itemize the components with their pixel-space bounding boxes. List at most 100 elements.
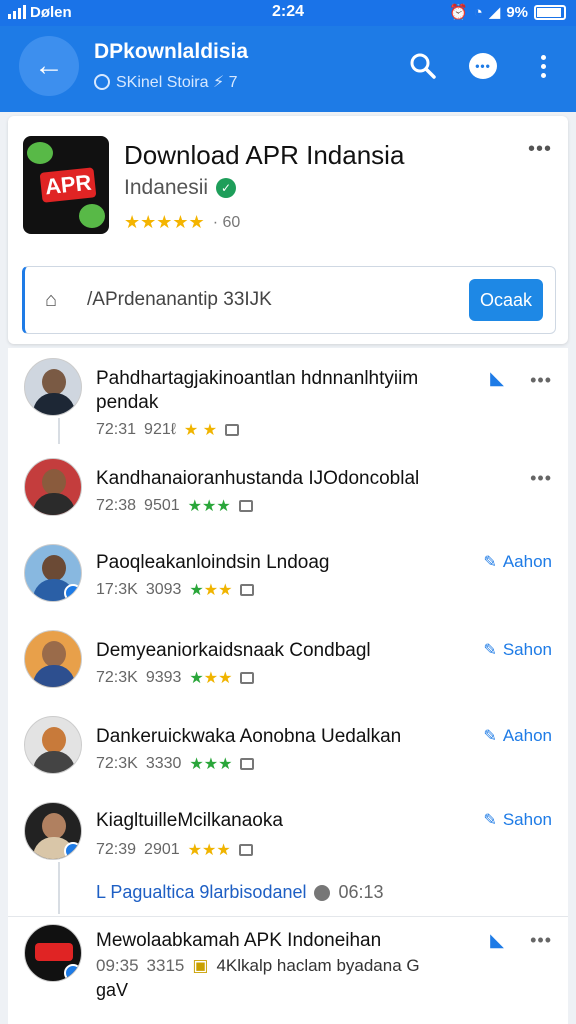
pencil-icon: ✎ [483, 554, 497, 571]
wifi-icon: ◔ [473, 3, 483, 21]
reply-link[interactable]: ✎ Aahon [483, 726, 552, 746]
comment-time: 72:38 [96, 497, 137, 514]
item-more-button[interactable]: ••• [530, 468, 552, 489]
arrow-left-icon: ← [34, 49, 64, 82]
comment-count: 9393 [145, 669, 182, 686]
bookmark-icon[interactable]: ◣ [490, 930, 504, 951]
reply-link-label: Aahon [502, 552, 552, 571]
search-input[interactable]: /APrdenanantip 33IJK [87, 289, 272, 311]
page-subtitle-text: SKinel Stoira ⚡ 7 [116, 74, 238, 91]
overflow-menu-button[interactable] [528, 48, 558, 84]
lock-icon [238, 500, 253, 512]
logo-leaf-icon [79, 204, 105, 228]
app-card: APR Download APR Indansia Indanesii ✓ ★★… [8, 116, 568, 344]
chat-button[interactable]: ••• [468, 48, 498, 84]
rating-stars: ★★★ [189, 756, 233, 773]
rating-stars: ★★★ [187, 842, 231, 859]
verified-badge-icon [64, 842, 81, 859]
rating-stars: ★★★ [189, 670, 233, 687]
search-icon [410, 53, 436, 79]
comment-time: 09:35 [96, 956, 139, 975]
thread-link-label: L Pagualtica 9larbisodanel [96, 882, 307, 902]
chat-bubble-icon: ••• [469, 53, 497, 79]
comment-author: Demyeaniorkaidsnaak Condbagl [96, 640, 371, 661]
comment-author: Paoqleakanloindsin Lndoag [96, 552, 330, 573]
status-bar: Dølen 2:24 ⏰ ◔ ◢ 9% [0, 0, 576, 26]
comment-feed: Pahdhartagjakinoantlan hdnnanlhtyiim pen… [8, 348, 568, 1024]
comment-count: 2901 [144, 841, 180, 858]
avatar[interactable] [24, 924, 82, 982]
list-item[interactable]: Pahdhartagjakinoantlan hdnnanlhtyiim pen… [8, 358, 568, 448]
search-field[interactable]: ⌂ /APrdenanantip 33IJK Ocaak [22, 266, 556, 334]
lock-icon [238, 844, 253, 856]
lock-icon [225, 424, 240, 436]
item-more-button[interactable]: ••• [530, 930, 552, 951]
comment-count: 3093 [145, 581, 182, 598]
reply-link-label: Sahon [502, 810, 552, 829]
avatar[interactable] [24, 630, 82, 688]
signal-strength-icon: ◢ [488, 4, 501, 21]
comment-text-cont: gaV [96, 980, 129, 1000]
back-button[interactable]: ← [19, 36, 79, 96]
item-more-button[interactable]: ••• [530, 370, 552, 391]
list-item[interactable]: Paoqleakanloindsin Lndoag 17:3K 3093 ★★★… [8, 544, 568, 620]
comment-meta: 72:39 2901 ★★★ [96, 840, 253, 860]
lock-icon [240, 758, 255, 770]
comment-count: 3330 [145, 755, 182, 772]
rating-count: · 60 [212, 213, 241, 231]
verified-badge-icon [64, 964, 81, 981]
avatar[interactable] [24, 544, 82, 602]
rating-stars: ★★★★★ [124, 212, 205, 232]
thread-link-time: 06:13 [338, 882, 384, 902]
verified-icon: ✓ [216, 178, 237, 198]
app-rating: ★★★★★ · 60 [124, 212, 240, 233]
comment-time: 72:31 [96, 421, 137, 438]
comment-author: Kandhanaioranhustanda IJOdoncoblal [96, 468, 420, 489]
view-thread-link[interactable]: L Pagualtica 9larbisodanel 06:13 [96, 882, 384, 903]
comment-author: Mewolaabkamah APK Indoneihan [96, 930, 382, 951]
avatar[interactable] [24, 458, 82, 516]
reply-link-label: Aahon [502, 726, 552, 745]
battery-icon [534, 4, 566, 20]
reply-link[interactable]: ✎ Sahon [483, 810, 552, 830]
list-item[interactable]: Dankeruickwaka Aonobna Uedalkan 72:3K 33… [8, 716, 568, 796]
page-title: DPkownlaldisia [94, 40, 249, 63]
avatar[interactable] [24, 358, 82, 416]
comment-author: KiagltuilleMcilkanaoka [96, 810, 283, 831]
battery-percent: 9% [506, 3, 528, 21]
reply-link[interactable]: ✎ Sahon [483, 640, 552, 660]
list-item[interactable]: Demyeaniorkaidsnaak Condbagl 72:3K 9393 … [8, 630, 568, 706]
comment-time: 17:3K [96, 581, 138, 598]
app-title: Download APR Indansia [124, 140, 405, 170]
pencil-icon: ✎ [483, 812, 497, 829]
list-item[interactable]: KiagltuilleMcilkanaoka 72:39 2901 ★★★ ✎ … [8, 802, 568, 922]
home-icon: ⌂ [45, 289, 58, 311]
card-more-button[interactable]: ••• [528, 138, 552, 161]
comment-count: 9501 [144, 497, 180, 514]
search-button[interactable] [408, 48, 438, 84]
comment-count: 921ℓ [144, 421, 176, 438]
bookmark-icon[interactable]: ◣ [490, 368, 504, 389]
reply-link[interactable]: ✎ Aahon [483, 552, 552, 572]
comment-meta: 72:38 9501 ★★★ [96, 496, 253, 516]
reply-link-label: Sahon [502, 640, 552, 659]
kebab-icon [540, 54, 546, 78]
app-developer: Indanesii ✓ [124, 176, 237, 200]
logo-text: APR [39, 167, 97, 203]
developer-name[interactable]: Indanesii [124, 176, 208, 200]
list-item[interactable]: Mewolaabkamah APK Indoneihan 09:35 3315 … [8, 924, 568, 1020]
comment-text: 4Klkalp haclam byadana G [216, 956, 420, 975]
ok-button[interactable]: Ocaak [469, 279, 543, 321]
list-item[interactable]: Kandhanaioranhustanda IJOdoncoblal 72:38… [8, 456, 568, 532]
avatar[interactable] [24, 802, 82, 860]
lock-icon [240, 672, 255, 684]
lock-icon [240, 584, 255, 596]
rating-stars: ★★★ [187, 498, 231, 515]
pencil-icon: ✎ [483, 728, 497, 745]
comment-count: 3315 [146, 956, 185, 975]
rating-stars: ★ ★ [183, 422, 218, 439]
comment-author-cont: pendak [96, 392, 159, 413]
avatar[interactable] [24, 716, 82, 774]
divider [8, 916, 568, 917]
comment-meta: 72:3K 9393 ★★★ [96, 668, 255, 688]
